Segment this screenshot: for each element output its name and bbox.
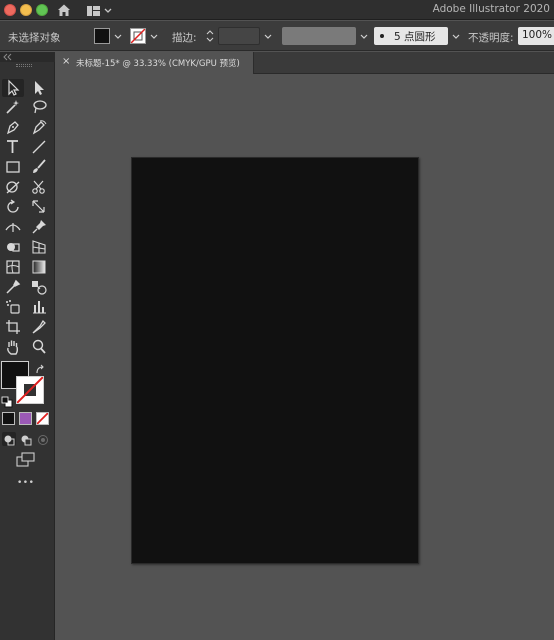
artboard-tool-icon[interactable]	[2, 318, 24, 336]
stroke-weight-stepper[interactable]	[204, 28, 216, 44]
document-tab-title: 未标题-15* @ 33.33% (CMYK/GPU 预览)	[76, 59, 240, 69]
stroke-label: 描边:	[172, 32, 197, 44]
chevron-down-icon[interactable]	[148, 29, 160, 43]
mesh-tool-icon[interactable]	[2, 258, 24, 276]
opacity-value: 100%	[522, 29, 553, 41]
paintbrush-tool-icon[interactable]	[28, 158, 50, 176]
close-tab-icon[interactable]: ×	[62, 56, 70, 67]
close-window-button[interactable]	[4, 4, 16, 16]
workspace-switcher-icon[interactable]	[86, 3, 114, 17]
chevron-down-icon[interactable]	[358, 29, 370, 43]
width-tool-icon[interactable]	[2, 218, 24, 236]
opacity-label: 不透明度:	[468, 32, 514, 44]
symbol-sprayer-tool-icon[interactable]	[2, 298, 24, 316]
change-screen-mode-icon[interactable]	[16, 452, 36, 468]
blend-tool-icon[interactable]	[28, 278, 50, 296]
shape-builder-tool-icon[interactable]	[2, 238, 24, 256]
tools-panel: •••	[0, 52, 55, 640]
color-mode-button[interactable]	[2, 412, 15, 425]
draw-inside-icon[interactable]	[36, 432, 50, 446]
none-mode-button[interactable]	[36, 412, 49, 425]
selection-tool-icon[interactable]	[2, 79, 24, 97]
slice-tool-icon[interactable]	[28, 318, 50, 336]
chevron-down-icon[interactable]	[450, 29, 462, 43]
rotate-tool-icon[interactable]	[2, 198, 24, 216]
puppet-warp-tool-icon[interactable]	[28, 218, 50, 236]
variable-width-profile[interactable]	[282, 27, 356, 45]
title-bar: Adobe Illustrator 2020	[0, 0, 554, 20]
column-graph-tool-icon[interactable]	[28, 298, 50, 316]
tools-panel-header[interactable]	[0, 52, 55, 62]
default-fill-stroke-icon[interactable]	[1, 393, 13, 408]
edit-toolbar-button[interactable]: •••	[17, 478, 34, 488]
stroke-swatch[interactable]	[130, 28, 146, 44]
swap-fill-stroke-icon[interactable]	[34, 361, 46, 374]
gradient-mode-button[interactable]	[19, 412, 32, 425]
stroke-color-box[interactable]	[16, 376, 44, 404]
shaper-tool-icon[interactable]	[2, 178, 24, 196]
curvature-tool-icon[interactable]	[28, 118, 50, 136]
pen-tool-icon[interactable]	[2, 118, 24, 136]
hand-tool-icon[interactable]	[2, 338, 24, 356]
draw-normal-icon[interactable]	[2, 432, 16, 446]
selection-status: 未选择对象	[8, 32, 61, 44]
brush-dot-icon	[380, 34, 384, 38]
brush-preset-label: 5 点圆形	[394, 31, 436, 43]
artboard[interactable]	[131, 157, 419, 564]
control-bar: 未选择对象 描边: 5 点圆形 不透明度: 100%	[0, 21, 554, 51]
document-tab-bar: × 未标题-15* @ 33.33% (CMYK/GPU 预览)	[56, 52, 554, 74]
perspective-grid-tool-icon[interactable]	[28, 238, 50, 256]
eyedropper-tool-icon[interactable]	[2, 278, 24, 296]
brush-definition-dropdown[interactable]: 5 点圆形	[374, 27, 448, 45]
gradient-tool-icon[interactable]	[28, 258, 50, 276]
scissors-tool-icon[interactable]	[28, 178, 50, 196]
home-icon[interactable]	[56, 2, 72, 18]
zoom-tool-icon[interactable]	[28, 338, 50, 356]
app-title: Adobe Illustrator 2020	[432, 3, 550, 15]
scale-tool-icon[interactable]	[28, 198, 50, 216]
lasso-tool-icon[interactable]	[28, 98, 50, 116]
panel-grip[interactable]	[16, 64, 32, 67]
stroke-weight-input[interactable]	[218, 27, 260, 45]
draw-behind-icon[interactable]	[19, 432, 33, 446]
direct-selection-tool-icon[interactable]	[28, 79, 50, 97]
rectangle-tool-icon[interactable]	[2, 158, 24, 176]
type-tool-icon[interactable]	[2, 138, 24, 156]
minimize-window-button[interactable]	[20, 4, 32, 16]
opacity-input[interactable]: 100%	[518, 27, 554, 45]
chevron-down-icon[interactable]	[262, 29, 274, 43]
chevron-down-icon[interactable]	[112, 29, 124, 43]
zoom-window-button[interactable]	[36, 4, 48, 16]
fill-swatch[interactable]	[94, 28, 110, 44]
magic-wand-tool-icon[interactable]	[2, 98, 24, 116]
document-tab[interactable]: × 未标题-15* @ 33.33% (CMYK/GPU 预览)	[56, 52, 254, 74]
line-segment-tool-icon[interactable]	[28, 138, 50, 156]
